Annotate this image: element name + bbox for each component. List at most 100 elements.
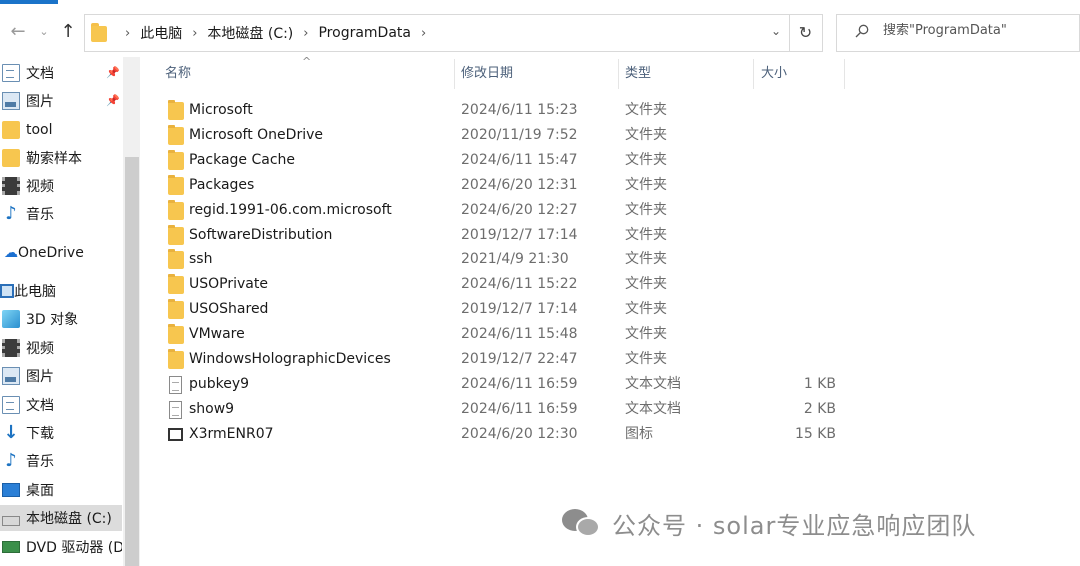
- sidebar-item-music-quick[interactable]: ♪ 音乐: [0, 201, 122, 227]
- wechat-logo-icon: [562, 507, 602, 539]
- sidebar-item-dvd-drive-d[interactable]: DVD 驱动器 (D:: [0, 534, 122, 560]
- file-type: 文件夹: [625, 201, 667, 218]
- file-size: [720, 272, 836, 297]
- file-row[interactable]: X3rmENR07 2024/6/20 12:30 图标 15 KB: [160, 422, 860, 447]
- file-modified-date: 2024/6/11 15:22: [461, 276, 578, 293]
- breadcrumb-item-programdata[interactable]: ProgramData: [318, 25, 411, 41]
- sidebar-item-onedrive[interactable]: ☁ OneDrive: [0, 240, 122, 266]
- column-divider[interactable]: [454, 59, 455, 89]
- folder-icon: [168, 100, 184, 120]
- file-row[interactable]: VMware 2024/6/11 15:48 文件夹: [160, 322, 860, 347]
- column-header-size[interactable]: 大小: [756, 57, 844, 91]
- file-size: [720, 322, 836, 347]
- column-divider[interactable]: [618, 59, 619, 89]
- watermark-text: 公众号 · solar专业应急响应团队: [612, 511, 977, 540]
- dvd-icon: [2, 541, 20, 553]
- file-type: 文件夹: [625, 276, 667, 293]
- column-divider[interactable]: [844, 59, 845, 89]
- address-path-box[interactable]: › 此电脑 › 本地磁盘 (C:) › ProgramData › ⌄: [84, 14, 790, 52]
- file-row[interactable]: SoftwareDistribution 2019/12/7 17:14 文件夹: [160, 223, 860, 248]
- sidebar-item-3d-objects[interactable]: 3D 对象: [0, 306, 122, 332]
- window-app-icon: [168, 427, 183, 441]
- search-box[interactable]: [836, 14, 1080, 52]
- picture-icon: [2, 92, 20, 110]
- document-icon: [2, 396, 20, 414]
- sidebar-item-tool[interactable]: tool: [0, 117, 122, 143]
- column-divider[interactable]: [753, 59, 754, 89]
- file-type: 文件夹: [625, 176, 667, 193]
- file-row[interactable]: Packages 2024/6/20 12:31 文件夹: [160, 173, 860, 198]
- file-name: WindowsHolographicDevices: [189, 351, 391, 367]
- search-icon: [855, 24, 869, 38]
- file-row[interactable]: ssh 2021/4/9 21:30 文件夹: [160, 247, 860, 272]
- sidebar-item-label: tool: [26, 122, 53, 138]
- sidebar-item-videos[interactable]: 视频: [0, 335, 122, 361]
- file-row[interactable]: USOPrivate 2024/6/11 15:22 文件夹: [160, 272, 860, 297]
- sidebar-scrollbar-thumb[interactable]: [125, 157, 139, 566]
- sidebar-item-ransomware-samples[interactable]: 勒索样本: [0, 145, 122, 171]
- breadcrumb-chevron-icon[interactable]: ›: [303, 26, 308, 41]
- file-row[interactable]: Package Cache 2024/6/11 15:47 文件夹: [160, 148, 860, 173]
- file-size: [720, 247, 836, 272]
- breadcrumb-item-local-disk[interactable]: 本地磁盘 (C:): [207, 23, 293, 43]
- file-row[interactable]: Microsoft 2024/6/11 15:23 文件夹: [160, 98, 860, 123]
- video-icon: [2, 177, 20, 195]
- file-size: 2 KB: [803, 400, 836, 417]
- sidebar-item-this-pc[interactable]: 此电脑: [0, 278, 122, 304]
- file-name: Microsoft: [189, 102, 253, 118]
- sidebar-item-label: DVD 驱动器 (D:: [26, 540, 122, 556]
- path-dropdown-icon[interactable]: ⌄: [771, 24, 781, 38]
- file-row[interactable]: pubkey9 2024/6/11 16:59 文本文档 1 KB: [160, 372, 860, 397]
- folder-icon: [168, 224, 184, 245]
- file-type: 文件夹: [625, 326, 667, 343]
- file-size: [720, 148, 836, 173]
- sidebar-item-music[interactable]: ♪ 音乐: [0, 448, 122, 474]
- sidebar-item-pictures-quick[interactable]: 图片 📌: [0, 88, 122, 114]
- file-row[interactable]: USOShared 2019/12/7 17:14 文件夹: [160, 297, 860, 322]
- folder-icon: [2, 149, 20, 167]
- file-row[interactable]: WindowsHolographicDevices 2019/12/7 22:47…: [160, 347, 860, 372]
- file-name: ssh: [189, 251, 213, 268]
- sidebar-item-label: 图片: [26, 94, 54, 110]
- document-icon: [2, 64, 20, 82]
- file-name: show9: [189, 400, 235, 417]
- picture-icon: [2, 367, 20, 385]
- breadcrumb-chevron-icon[interactable]: ›: [192, 26, 197, 41]
- sidebar-item-documents[interactable]: 文档: [0, 392, 122, 418]
- breadcrumb-item-this-pc[interactable]: 此电脑: [140, 23, 182, 43]
- text-file-icon: [169, 400, 182, 419]
- sidebar-item-label: 视频: [26, 341, 54, 357]
- file-type: 文件夹: [625, 126, 667, 143]
- file-list: ^ 名称 修改日期 类型 大小 Microsoft 2024/6/11 15:23…: [160, 55, 1080, 566]
- sidebar-item-downloads[interactable]: ↓ 下载: [0, 420, 122, 446]
- file-size: [720, 173, 836, 198]
- column-header-type[interactable]: 类型: [620, 57, 753, 91]
- file-modified-date: 2019/12/7 17:14: [461, 226, 578, 243]
- file-row[interactable]: Microsoft OneDrive 2020/11/19 7:52 文件夹: [160, 123, 860, 148]
- up-arrow-icon[interactable]: ↑: [58, 20, 78, 44]
- column-header-date[interactable]: 修改日期: [456, 57, 616, 91]
- file-row[interactable]: regid.1991-06.com.microsoft 2024/6/20 12:…: [160, 198, 860, 223]
- refresh-icon[interactable]: ↻: [789, 14, 823, 52]
- history-dropdown-icon[interactable]: ⌄: [34, 20, 54, 44]
- cloud-icon: ☁: [4, 245, 18, 261]
- download-icon: ↓: [3, 422, 19, 443]
- breadcrumb-chevron-icon[interactable]: ›: [421, 26, 426, 41]
- sidebar-item-local-disk-c[interactable]: 本地磁盘 (C:): [0, 505, 122, 531]
- sidebar-item-pictures[interactable]: 图片: [0, 363, 122, 389]
- drive-icon: [2, 516, 20, 526]
- search-input[interactable]: [883, 23, 1063, 38]
- file-row[interactable]: show9 2024/6/11 16:59 文本文档 2 KB: [160, 397, 860, 422]
- column-header-name[interactable]: 名称: [160, 57, 453, 91]
- sidebar-item-desktop[interactable]: 桌面: [0, 477, 122, 503]
- file-type: 文本文档: [625, 375, 681, 392]
- navigation-pane: 文档 📌 图片 📌 tool 勒索样本 视频 ♪ 音乐 ☁ OneDrive 此…: [0, 57, 140, 566]
- back-arrow-icon[interactable]: ←: [8, 20, 28, 44]
- breadcrumb: › 此电脑 › 本地磁盘 (C:) › ProgramData ›: [115, 15, 436, 51]
- sidebar-item-videos-quick[interactable]: 视频: [0, 173, 122, 199]
- file-modified-date: 2020/11/19 7:52: [461, 126, 578, 143]
- sidebar-item-documents-quick[interactable]: 文档 📌: [0, 60, 122, 86]
- breadcrumb-chevron-icon[interactable]: ›: [125, 26, 130, 41]
- sidebar-item-label: 音乐: [26, 207, 54, 223]
- folder-icon: [91, 23, 109, 43]
